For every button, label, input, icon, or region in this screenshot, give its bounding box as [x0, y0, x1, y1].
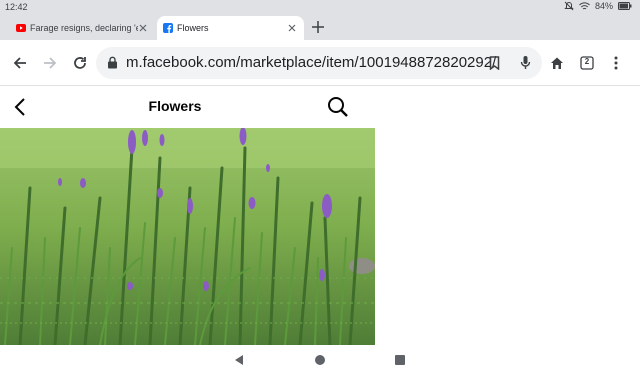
- page-title: Flowers: [148, 98, 202, 114]
- reload-icon: [74, 57, 86, 69]
- tab-title: Farage resigns, declaring 'en: [30, 23, 138, 33]
- home-button[interactable]: [547, 53, 567, 73]
- status-bar: 12:42 84%: [0, 0, 640, 14]
- browser-toolbar: m.facebook.com/marketplace/item/10019488…: [0, 40, 640, 86]
- system-nav-bar: [0, 345, 640, 375]
- microphone-icon[interactable]: [520, 55, 531, 71]
- tab-strip: Farage resigns, declaring 'en Flowers: [0, 14, 640, 40]
- close-tab-icon[interactable]: [137, 22, 149, 34]
- bookmark-icon[interactable]: [489, 56, 500, 70]
- flowers-image: [0, 128, 375, 345]
- youtube-icon: [16, 23, 26, 33]
- forward-button[interactable]: [40, 53, 60, 73]
- search-icon[interactable]: [327, 96, 349, 118]
- status-time: 12:42: [5, 2, 28, 12]
- new-tab-icon[interactable]: [309, 18, 327, 36]
- tab-count: 2: [584, 57, 590, 66]
- back-button[interactable]: [10, 53, 30, 73]
- lock-icon[interactable]: [107, 56, 118, 69]
- url-text[interactable]: m.facebook.com/marketplace/item/10019488…: [126, 54, 496, 71]
- facebook-icon: [163, 23, 173, 33]
- arrow-left-icon: [13, 57, 26, 69]
- tab-farage[interactable]: Farage resigns, declaring 'en: [10, 16, 155, 40]
- home-icon: [551, 57, 563, 69]
- nav-recents-icon[interactable]: [393, 353, 407, 367]
- omnibox[interactable]: m.facebook.com/marketplace/item/10019488…: [96, 47, 542, 79]
- menu-button[interactable]: [606, 53, 626, 73]
- page-header: Flowers: [0, 86, 375, 128]
- more-vert-icon: [614, 56, 618, 70]
- battery-percent: 84%: [594, 1, 613, 11]
- close-tab-icon[interactable]: [286, 22, 298, 34]
- tab-flowers[interactable]: Flowers: [157, 16, 304, 40]
- listing-photo[interactable]: [0, 128, 375, 345]
- arrow-right-icon: [44, 57, 57, 69]
- nav-back-icon[interactable]: [232, 353, 246, 367]
- reload-button[interactable]: [70, 53, 90, 73]
- battery-icon: [618, 2, 632, 10]
- tab-title: Flowers: [177, 23, 209, 33]
- wifi-icon: [579, 1, 590, 9]
- tab-switcher-button[interactable]: 2: [577, 53, 597, 73]
- nav-home-icon[interactable]: [313, 353, 327, 367]
- mute-notifications-icon: [564, 1, 574, 11]
